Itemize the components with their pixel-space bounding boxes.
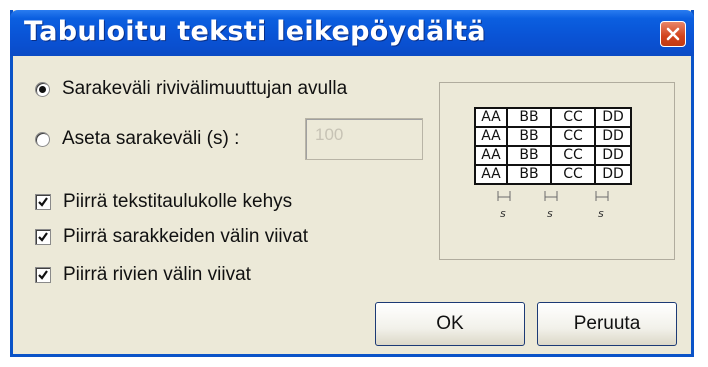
dialog-title: Tabuloitu teksti leikepöydältä [24,16,486,47]
radio-option-manual[interactable]: Aseta sarakeväli (s) : [35,128,239,150]
radio-button-auto[interactable] [35,81,50,97]
checkbox-column-lines-box[interactable] [35,229,51,245]
checkmark-icon [38,197,48,207]
checkmark-icon [38,270,48,280]
spacing-label: s [598,207,604,220]
spacing-label: s [547,207,553,220]
checkbox-row-lines-label: Piirrä rivien välin viivat [63,264,251,285]
title-bar[interactable]: Tabuloitu teksti leikepöydältä [10,10,694,56]
checkbox-frame-label: Piirrä tekstitaulukolle kehys [63,191,293,212]
table-preview: AA BB CC DD AA BB CC DD AA BB CC DD AA B… [439,82,675,260]
radio-button-manual[interactable] [35,131,50,147]
spacing-label: s [500,207,506,220]
spacing-input[interactable]: 100 [305,118,423,160]
spacing-markers [497,191,609,201]
checkbox-frame-box[interactable] [35,194,51,210]
checkbox-column-lines[interactable]: Piirrä sarakkeiden välin viivat [35,226,308,248]
checkbox-row-lines[interactable]: Piirrä rivien välin viivat [35,264,251,286]
checkmark-icon [38,232,48,242]
cancel-button[interactable]: Peruuta [537,302,677,346]
close-icon [666,27,680,41]
ok-button[interactable]: OK [375,302,525,346]
dialog-content: Sarakeväli rivivälimuuttujan avulla Aset… [13,56,691,354]
checkbox-column-lines-label: Piirrä sarakkeiden välin viivat [63,226,308,247]
checkbox-row-lines-box[interactable] [35,267,51,283]
checkbox-frame[interactable]: Piirrä tekstitaulukolle kehys [35,191,292,213]
dialog-window: Tabuloitu teksti leikepöydältä Sarakeväl… [10,10,694,357]
radio-manual-label: Aseta sarakeväli (s) : [62,128,240,149]
radio-option-auto[interactable]: Sarakeväli rivivälimuuttujan avulla [35,78,347,100]
close-button[interactable] [660,21,686,47]
radio-auto-label: Sarakeväli rivivälimuuttujan avulla [62,78,348,99]
